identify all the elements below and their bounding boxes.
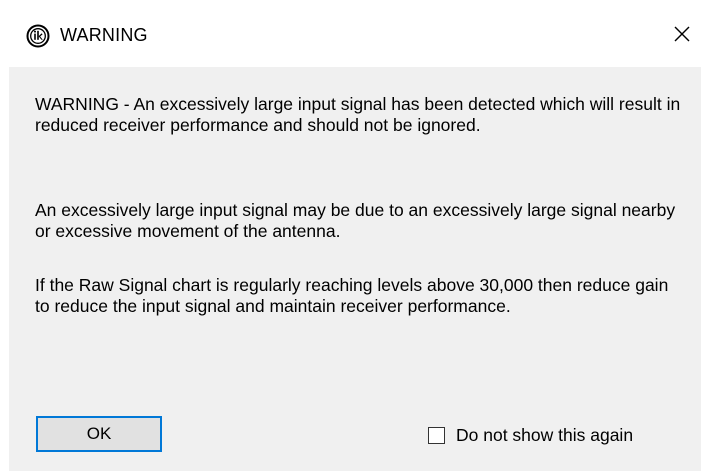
window-title: WARNING [60,25,148,45]
ik-logo-icon [26,24,50,48]
close-button[interactable] [664,18,700,54]
dialog-window: WARNING WARNING - An excessively large i… [0,0,708,471]
warning-message-paragraph-2: An excessively large input signal may be… [35,200,676,241]
dialog-body: WARNING - An excessively large input sig… [9,67,701,471]
ok-button[interactable]: OK [36,416,162,452]
warning-message-paragraph-1: WARNING - An excessively large input sig… [35,94,681,135]
warning-message-paragraph-3: If the Raw Signal chart is regularly rea… [35,275,669,316]
ok-button-label: OK [86,424,112,443]
do-not-show-again-option[interactable]: Do not show this again [428,425,633,446]
do-not-show-again-checkbox[interactable] [428,427,445,444]
close-icon [673,25,691,48]
title-bar: WARNING [0,0,708,66]
do-not-show-again-label: Do not show this again [456,425,634,445]
